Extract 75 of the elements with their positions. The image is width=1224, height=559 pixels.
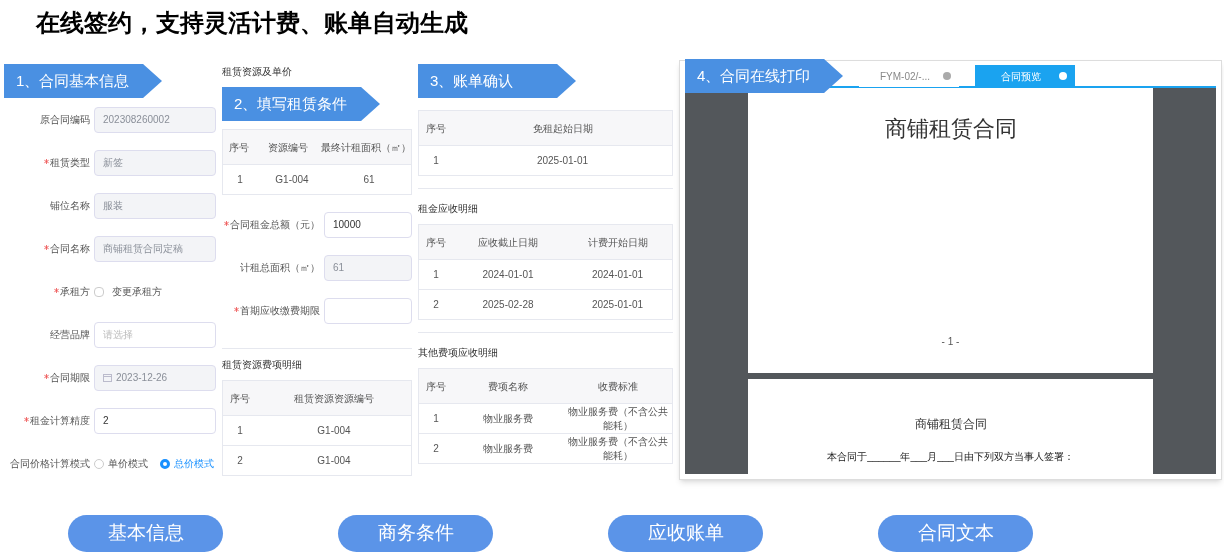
- table-cell-text: 2024-01-01: [590, 267, 645, 282]
- table-cell-text: 2025-02-28: [481, 297, 535, 312]
- step-banner: 4、合同在线打印: [685, 59, 843, 93]
- section-title: 其他费项应收明细: [418, 332, 673, 360]
- select-field[interactable]: 请选择: [94, 321, 216, 348]
- column-header: 序号: [425, 379, 447, 394]
- checkbox-label: 变更承租方: [112, 285, 162, 299]
- step-banner: 1、合同基本信息: [4, 64, 162, 98]
- column-header: 计费开始日期: [586, 235, 649, 250]
- column-header: 收费标准: [596, 379, 639, 394]
- radio-button[interactable]: [160, 458, 170, 469]
- document-tab[interactable]: 合同预览: [975, 65, 1075, 87]
- radio-label: 总价模式: [174, 457, 214, 471]
- section-title: 租金应收明细: [418, 188, 673, 216]
- table-cell-text: G1-004: [274, 172, 310, 187]
- column-header: 费项名称: [487, 379, 529, 394]
- table-cell-text: 2025-01-01: [590, 297, 645, 312]
- table-cell-text: 2: [432, 441, 440, 456]
- column-header: 序号: [228, 140, 250, 155]
- field-label: 合同租金总额（元）: [230, 218, 320, 232]
- table-cell-text: 2: [432, 297, 440, 312]
- field-label: 铺位名称: [50, 199, 90, 213]
- column-header: 资源编号: [267, 140, 309, 155]
- document-text: 本合同于______年___月___日由下列双方当事人签署：: [827, 450, 1074, 464]
- column-header: 应收截止日期: [477, 235, 539, 250]
- table-cell-text: G1-004: [316, 453, 352, 468]
- field-label: 租赁类型: [50, 156, 90, 170]
- table-cell-text: 物业服务费（不含公共能耗）: [566, 404, 669, 433]
- table-cell-text: 物业服务费（不含公共能耗）: [566, 434, 669, 463]
- input-field[interactable]: 2: [94, 407, 216, 434]
- step-banner: 3、账单确认: [418, 64, 576, 98]
- table-cell-text: 2: [236, 453, 244, 468]
- calendar-icon: [103, 373, 112, 382]
- table-cell-text: 1: [236, 172, 244, 187]
- table-cell-text: 2025-01-01: [535, 153, 590, 168]
- field-label: 首期应收缴费期限: [240, 304, 320, 318]
- date-value: 2023-12-26: [116, 371, 168, 385]
- table-cell-text: 61: [362, 172, 376, 187]
- table-cell-text: 物业服务费: [482, 411, 534, 426]
- checkbox[interactable]: [94, 286, 104, 297]
- field-label: 合同期限: [50, 371, 90, 385]
- section-pill: 商务条件: [338, 515, 493, 552]
- field-label: 经营品牌: [50, 328, 90, 342]
- section-title: 租赁资源费项明细: [222, 358, 303, 372]
- radio-label: 单价模式: [108, 457, 148, 471]
- column-header: 序号: [229, 391, 251, 406]
- section-pill: 应收账单: [608, 515, 763, 552]
- section-pill: 基本信息: [68, 515, 223, 552]
- field-label: 合同名称: [50, 242, 90, 256]
- field-label: 合同价格计算模式: [10, 457, 90, 471]
- step-banner: 2、填写租赁条件: [222, 87, 380, 121]
- column-header: 序号: [425, 121, 447, 136]
- table-cell-text: 1: [236, 423, 244, 438]
- column-header: 租赁资源资源编号: [293, 391, 375, 406]
- table-cell-text: 1: [432, 153, 440, 168]
- table-cell-text: 1: [432, 411, 440, 426]
- field-label: 承租方: [60, 285, 90, 299]
- section-pill: 合同文本: [878, 515, 1033, 552]
- table-cell-text: G1-004: [316, 423, 352, 438]
- headline: 在线签约，支持灵活计费、账单自动生成: [34, 8, 469, 38]
- section-title: 租赁资源及单价: [222, 65, 293, 79]
- column-header: 最终计租面积（㎡）: [321, 140, 411, 155]
- document-title: 商铺租赁合同: [914, 416, 987, 433]
- field-label: 计租总面积（㎡）: [240, 261, 320, 275]
- page-number: - 1 -: [941, 335, 960, 349]
- input-field[interactable]: [324, 297, 412, 324]
- table-cell-text: 2024-01-01: [481, 267, 535, 282]
- field-label: 原合同编码: [40, 113, 90, 127]
- table-cell-text: 物业服务费: [482, 441, 534, 456]
- input-field[interactable]: 10000: [324, 211, 412, 238]
- table-cell-text: 1: [432, 267, 440, 282]
- document-title: 商铺租赁合同: [884, 115, 1017, 143]
- field-label: 租金计算精度: [30, 414, 90, 428]
- column-header: 序号: [425, 235, 447, 250]
- column-header: 免租起始日期: [531, 121, 594, 136]
